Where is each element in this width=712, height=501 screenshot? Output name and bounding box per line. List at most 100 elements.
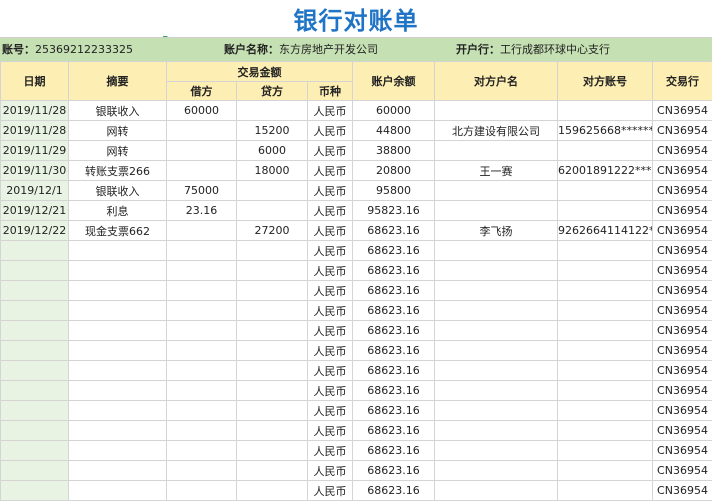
cell-branch[interactable]: CN36954 <box>653 201 712 221</box>
cell-branch[interactable]: CN36954 <box>653 381 712 401</box>
sheet-title[interactable]: 银行对账单 <box>0 0 712 37</box>
cell-credit[interactable] <box>237 321 308 341</box>
cell-date[interactable] <box>1 401 69 421</box>
cell-debit[interactable] <box>167 341 237 361</box>
cell-counterparty-name[interactable] <box>435 201 558 221</box>
cell-debit[interactable] <box>167 361 237 381</box>
cell-credit[interactable] <box>237 281 308 301</box>
cell-debit[interactable] <box>167 401 237 421</box>
cell-branch[interactable]: CN36954 <box>653 281 712 301</box>
cell-branch[interactable]: CN36954 <box>653 121 712 141</box>
cell-currency[interactable]: 人民币 <box>308 381 353 401</box>
cell-debit[interactable] <box>167 261 237 281</box>
cell-summary[interactable] <box>69 361 167 381</box>
cell-counterparty-account[interactable] <box>558 321 653 341</box>
cell-credit[interactable] <box>237 361 308 381</box>
cell-branch[interactable]: CN36954 <box>653 141 712 161</box>
cell-date[interactable] <box>1 341 69 361</box>
cell-currency[interactable]: 人民币 <box>308 181 353 201</box>
cell-counterparty-account[interactable] <box>558 381 653 401</box>
cell-credit[interactable] <box>237 181 308 201</box>
cell-branch[interactable]: CN36954 <box>653 241 712 261</box>
cell-balance[interactable]: 60000 <box>353 101 435 121</box>
cell-summary[interactable] <box>69 301 167 321</box>
cell-debit[interactable] <box>167 441 237 461</box>
header-counterparty-account[interactable]: 对方账号 <box>558 62 653 101</box>
cell-debit[interactable] <box>167 301 237 321</box>
cell-credit[interactable] <box>237 101 308 121</box>
cell-currency[interactable]: 人民币 <box>308 281 353 301</box>
cell-balance[interactable]: 68623.16 <box>353 361 435 381</box>
cell-debit[interactable] <box>167 281 237 301</box>
cell-counterparty-account[interactable] <box>558 421 653 441</box>
cell-debit[interactable] <box>167 221 237 241</box>
cell-debit[interactable] <box>167 161 237 181</box>
cell-branch[interactable]: CN36954 <box>653 101 712 121</box>
cell-currency[interactable]: 人民币 <box>308 421 353 441</box>
cell-counterparty-name[interactable] <box>435 341 558 361</box>
cell-credit[interactable] <box>237 301 308 321</box>
cell-currency[interactable]: 人民币 <box>308 461 353 481</box>
cell-summary[interactable] <box>69 341 167 361</box>
cell-summary[interactable] <box>69 321 167 341</box>
cell-counterparty-name[interactable]: 李飞扬 <box>435 221 558 241</box>
cell-branch[interactable]: CN36954 <box>653 421 712 441</box>
cell-credit[interactable] <box>237 241 308 261</box>
header-branch[interactable]: 交易行 <box>653 62 712 101</box>
cell-balance[interactable]: 95823.16 <box>353 201 435 221</box>
cell-balance[interactable]: 68623.16 <box>353 401 435 421</box>
cell-counterparty-name[interactable] <box>435 401 558 421</box>
cell-counterparty-name[interactable]: 王一赛 <box>435 161 558 181</box>
cell-counterparty-account[interactable] <box>558 401 653 421</box>
cell-summary[interactable]: 网转 <box>69 141 167 161</box>
cell-credit[interactable] <box>237 381 308 401</box>
cell-balance[interactable]: 68623.16 <box>353 261 435 281</box>
cell-debit[interactable] <box>167 381 237 401</box>
cell-debit[interactable] <box>167 241 237 261</box>
cell-balance[interactable]: 68623.16 <box>353 241 435 261</box>
cell-balance[interactable]: 68623.16 <box>353 321 435 341</box>
cell-counterparty-account[interactable] <box>558 101 653 121</box>
cell-counterparty-account[interactable] <box>558 201 653 221</box>
cell-currency[interactable]: 人民币 <box>308 221 353 241</box>
cell-date[interactable] <box>1 421 69 441</box>
cell-date[interactable] <box>1 461 69 481</box>
cell-debit[interactable]: 75000 <box>167 181 237 201</box>
cell-balance[interactable]: 68623.16 <box>353 481 435 501</box>
cell-debit[interactable] <box>167 121 237 141</box>
cell-branch[interactable]: CN36954 <box>653 361 712 381</box>
cell-currency[interactable]: 人民币 <box>308 321 353 341</box>
cell-date[interactable] <box>1 301 69 321</box>
cell-counterparty-name[interactable] <box>435 141 558 161</box>
cell-credit[interactable] <box>237 201 308 221</box>
cell-counterparty-name[interactable] <box>435 381 558 401</box>
cell-branch[interactable]: CN36954 <box>653 161 712 181</box>
cell-counterparty-account[interactable]: 9262664114122** <box>558 221 653 241</box>
cell-counterparty-account[interactable] <box>558 181 653 201</box>
cell-currency[interactable]: 人民币 <box>308 361 353 381</box>
cell-balance[interactable]: 68623.16 <box>353 441 435 461</box>
cell-credit[interactable]: 6000 <box>237 141 308 161</box>
cell-date[interactable] <box>1 361 69 381</box>
cell-branch[interactable]: CN36954 <box>653 481 712 501</box>
cell-balance[interactable]: 68623.16 <box>353 301 435 321</box>
cell-balance[interactable]: 20800 <box>353 161 435 181</box>
cell-credit[interactable] <box>237 261 308 281</box>
header-currency[interactable]: 币种 <box>308 82 353 101</box>
opening-bank-cell[interactable]: 开户行：工行成都环球中心支行 <box>456 38 610 62</box>
cell-counterparty-name[interactable] <box>435 361 558 381</box>
cell-credit[interactable] <box>237 401 308 421</box>
cell-balance[interactable]: 68623.16 <box>353 221 435 241</box>
cell-counterparty-name[interactable] <box>435 421 558 441</box>
cell-date[interactable] <box>1 481 69 501</box>
header-balance[interactable]: 账户余额 <box>353 62 435 101</box>
cell-debit[interactable] <box>167 421 237 441</box>
cell-summary[interactable]: 网转 <box>69 121 167 141</box>
cell-currency[interactable]: 人民币 <box>308 121 353 141</box>
cell-balance[interactable]: 68623.16 <box>353 421 435 441</box>
cell-counterparty-name[interactable] <box>435 261 558 281</box>
cell-counterparty-account[interactable]: 62001891222***8 <box>558 161 653 181</box>
header-summary[interactable]: 摘要 <box>69 62 167 101</box>
cell-summary[interactable]: 现金支票662 <box>69 221 167 241</box>
cell-date[interactable]: 2019/12/22 <box>1 221 69 241</box>
